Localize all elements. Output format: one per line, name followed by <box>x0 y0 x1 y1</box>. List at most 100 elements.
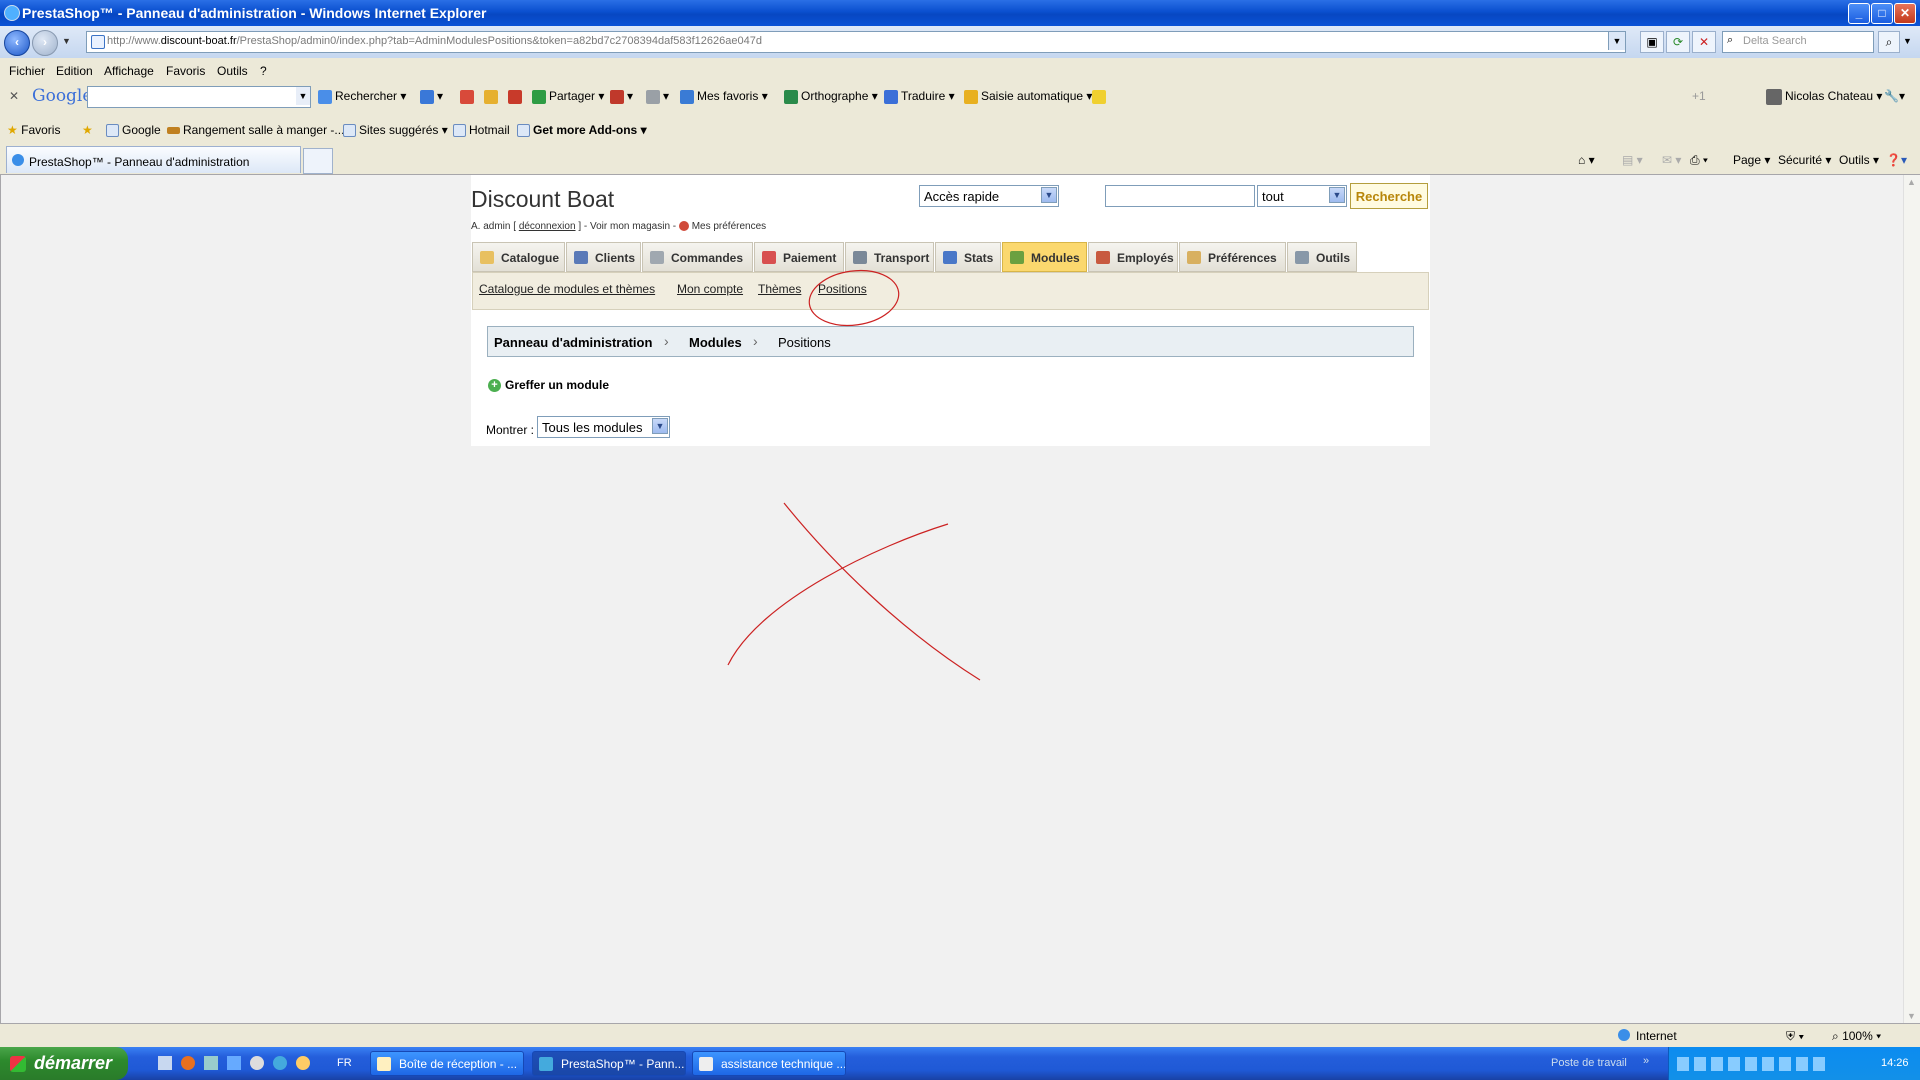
address-dropdown-icon[interactable]: ▼ <box>1608 32 1625 50</box>
fav-google[interactable]: Google <box>106 123 161 138</box>
browser-tab[interactable]: PrestaShop™ - Panneau d'administration <box>6 146 301 173</box>
tab-modules[interactable]: Modules <box>1002 242 1087 272</box>
ie-icon[interactable] <box>273 1056 287 1070</box>
menu-favoris[interactable]: Favoris <box>166 64 205 78</box>
subtab-catalogue-modules[interactable]: Catalogue de modules et thèmes <box>479 282 655 296</box>
menu-fichier[interactable]: Fichier <box>9 64 45 78</box>
task-inbox[interactable]: Boîte de réception - ... <box>370 1051 524 1076</box>
compat-view-icon[interactable]: ▣ <box>1640 31 1664 53</box>
help-icon[interactable]: ❓▾ <box>1886 153 1907 167</box>
logout-link[interactable]: déconnexion <box>519 221 576 232</box>
favorites-button[interactable]: ★ Favoris <box>7 123 60 137</box>
admin-search-input[interactable] <box>1105 185 1255 207</box>
tab-clients[interactable]: Clients <box>566 242 641 272</box>
protected-mode-icon[interactable]: ⛨ ▾ <box>1786 1029 1804 1044</box>
page-menu[interactable]: Page ▾ <box>1733 153 1770 167</box>
maximize-button[interactable]: □ <box>1871 3 1893 24</box>
shop-name: Discount Boat <box>471 186 615 212</box>
search-go-icon[interactable]: ⌕ <box>1878 31 1900 53</box>
tab-outils[interactable]: Outils <box>1287 242 1357 272</box>
highlight-icon[interactable] <box>1092 89 1109 104</box>
breadcrumb-admin[interactable]: Panneau d'administration <box>494 335 652 350</box>
menu-help[interactable]: ? <box>260 64 267 78</box>
google-search-dropdown-icon[interactable]: ▼ <box>296 87 310 105</box>
refresh-icon[interactable]: ⟳ <box>1666 31 1690 53</box>
tray-icons[interactable] <box>1677 1057 1827 1071</box>
bookmarks-button[interactable]: Mes favoris ▾ <box>680 89 768 104</box>
mail-icon[interactable]: ✉ ▾ <box>1662 153 1681 167</box>
history-dropdown-icon[interactable]: ▼ <box>62 36 71 46</box>
autofill-button[interactable]: Saisie automatique ▾ <box>964 89 1092 104</box>
home-icon[interactable]: ⌂ ▾ <box>1578 153 1595 167</box>
print-icon[interactable]: ⎙ ▾ <box>1690 153 1708 168</box>
module-filter-select[interactable]: Tous les modules ▼ <box>537 416 670 438</box>
tab-catalogue[interactable]: Catalogue <box>472 242 565 272</box>
fav-get-addons[interactable]: Get more Add-ons ▾ <box>517 123 647 138</box>
language-indicator[interactable]: FR <box>337 1057 352 1069</box>
new-tab-button[interactable] <box>303 148 333 174</box>
calendar-icon[interactable] <box>484 89 501 104</box>
app-icon[interactable] <box>204 1056 218 1070</box>
feeds-icon[interactable]: ▤ ▾ <box>1622 153 1643 167</box>
user-menu[interactable]: Nicolas Chateau ▾ <box>1766 89 1882 105</box>
tab-transport[interactable]: Transport <box>845 242 934 272</box>
plusone-icon[interactable]: +1 <box>1692 89 1706 103</box>
minimize-button[interactable]: _ <box>1848 3 1870 24</box>
address-input[interactable]: http://www.discount-boat.fr/PrestaShop/a… <box>86 31 1626 53</box>
task-assistance[interactable]: assistance technique ... <box>692 1051 846 1076</box>
search-options-icon[interactable]: ▼ <box>1903 36 1912 46</box>
subtab-mon-compte[interactable]: Mon compte <box>677 282 743 296</box>
fav-sites-suggeres[interactable]: Sites suggérés ▾ <box>343 123 448 138</box>
forward-button[interactable]: › <box>32 30 58 56</box>
preferences-link[interactable]: Mes préférences <box>692 221 766 232</box>
plus-icon[interactable]: ▾ <box>420 89 443 104</box>
gplus-icon[interactable] <box>508 89 525 104</box>
close-button[interactable]: ✕ <box>1894 3 1916 24</box>
subtab-themes[interactable]: Thèmes <box>758 282 801 296</box>
search-input[interactable]: ⌕ Delta Search <box>1722 31 1874 53</box>
tab-commandes[interactable]: Commandes <box>642 242 753 272</box>
mail-icon[interactable]: ▾ <box>646 89 669 104</box>
translate-page-icon[interactable]: ▾ <box>610 89 633 104</box>
page-icon <box>106 124 119 138</box>
menu-outils[interactable]: Outils <box>217 64 248 78</box>
breadcrumb-modules[interactable]: Modules <box>689 335 742 350</box>
start-button[interactable]: démarrer <box>0 1047 128 1080</box>
translate-button[interactable]: Traduire ▾ <box>884 89 955 104</box>
tab-paiement[interactable]: Paiement <box>754 242 844 272</box>
close-toolbar-icon[interactable]: ✕ <box>9 89 19 103</box>
app-icon[interactable] <box>227 1056 241 1070</box>
share-button[interactable]: Partager ▾ <box>532 89 604 104</box>
firefox-icon[interactable] <box>181 1056 195 1070</box>
menu-affichage[interactable]: Affichage <box>104 64 154 78</box>
tray-label[interactable]: Poste de travail <box>1551 1057 1627 1069</box>
google-search-input[interactable]: ▼ <box>87 86 311 108</box>
vertical-scrollbar[interactable]: ▲ ▼ <box>1903 175 1920 1023</box>
back-button[interactable]: ‹ <box>4 30 30 56</box>
app-icon[interactable] <box>296 1056 310 1070</box>
tab-employes[interactable]: Employés <box>1088 242 1178 272</box>
security-menu[interactable]: Sécurité ▾ <box>1778 153 1831 167</box>
greffer-module-link[interactable]: + Greffer un module <box>488 378 609 393</box>
wrench-icon[interactable]: 🔧▾ <box>1884 89 1905 103</box>
desktop-icon[interactable] <box>158 1056 172 1070</box>
google-search-button[interactable]: Rechercher ▾ <box>318 89 406 104</box>
search-button[interactable]: Recherche <box>1350 183 1428 209</box>
stop-icon[interactable]: ✕ <box>1692 31 1716 53</box>
search-scope-select[interactable]: tout ▼ <box>1257 185 1347 207</box>
fav-rangement[interactable]: Rangement salle à manger -... <box>167 123 344 137</box>
tab-stats[interactable]: Stats <box>935 242 1001 272</box>
fav-hotmail[interactable]: Hotmail <box>453 123 510 138</box>
quick-access-select[interactable]: Accès rapide ▼ <box>919 185 1059 207</box>
zoom-control[interactable]: ⌕ 100% ▾ <box>1832 1029 1881 1044</box>
spellcheck-button[interactable]: Orthographe ▾ <box>784 89 878 104</box>
expand-icon[interactable]: » <box>1643 1055 1649 1067</box>
gmail-icon[interactable] <box>460 89 477 104</box>
app-icon[interactable] <box>250 1056 264 1070</box>
tab-preferences[interactable]: Préférences <box>1179 242 1286 272</box>
tools-menu[interactable]: Outils ▾ <box>1839 153 1879 167</box>
add-favorite-icon[interactable]: ★ <box>82 123 93 137</box>
task-prestashop[interactable]: PrestaShop™ - Pann... <box>532 1051 686 1076</box>
menu-edition[interactable]: Edition <box>56 64 93 78</box>
subtab-positions[interactable]: Positions <box>818 282 867 296</box>
